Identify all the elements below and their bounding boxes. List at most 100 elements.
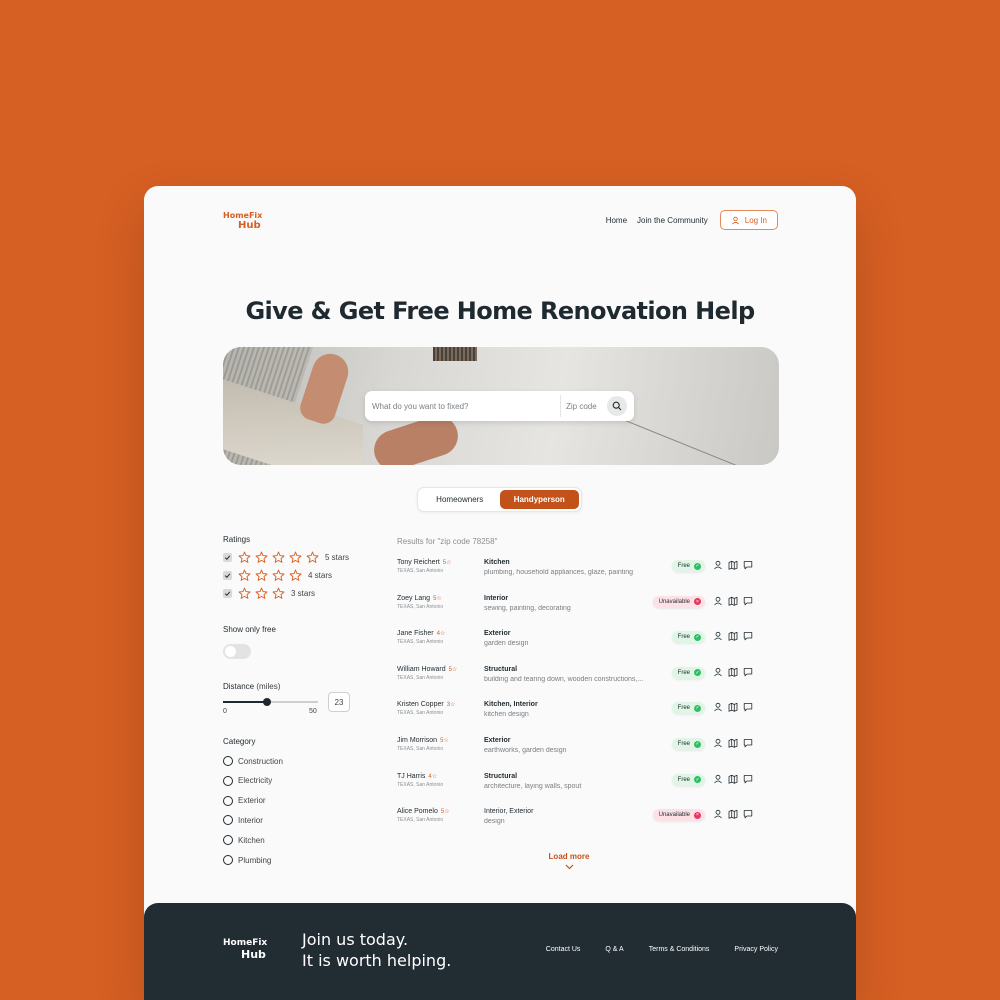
helper-name[interactable]: Tony Reichert 5☆ — [397, 559, 452, 566]
category-radio[interactable] — [223, 775, 233, 786]
message-icon[interactable] — [743, 774, 753, 784]
helper-name[interactable]: Alice Pomelo 5☆ — [397, 808, 450, 815]
result-row[interactable]: TJ Harris 4☆ TEXAS, San Antonio Structural a… — [397, 773, 753, 801]
rating-label: 4 stars — [308, 570, 333, 580]
map-icon[interactable] — [728, 774, 738, 784]
helper-rating: 4☆ — [428, 773, 438, 780]
helper-name-text: William Howard — [397, 665, 446, 673]
status-label: Free — [677, 634, 690, 641]
search-button[interactable] — [607, 396, 627, 416]
load-more-button[interactable]: Load more — [539, 852, 599, 870]
check-icon: ✓ — [694, 704, 701, 712]
helper-name[interactable]: Jim Morrison 5☆ — [397, 737, 449, 744]
category-radio[interactable] — [223, 795, 233, 806]
zip-code-input[interactable]: Zip code — [561, 402, 607, 411]
show-free-title: Show only free — [223, 625, 276, 634]
helper-name[interactable]: Kristen Copper 3☆ — [397, 701, 455, 708]
category-option-plumbing[interactable]: Plumbing — [223, 855, 271, 865]
star-icon — [306, 551, 319, 563]
rating-checkbox[interactable] — [223, 552, 232, 562]
map-icon[interactable] — [728, 667, 738, 677]
search-input[interactable]: What do you want to fixed? — [365, 402, 560, 411]
ratings-title: Ratings — [223, 535, 251, 544]
rating-checkbox[interactable] — [223, 570, 232, 580]
profile-icon[interactable] — [713, 667, 723, 677]
category-option-kitchen[interactable]: Kitchen — [223, 835, 265, 846]
distance-min: 0 — [223, 708, 227, 715]
distance-slider-fill — [223, 701, 267, 703]
footer-link-qa[interactable]: Q & A — [605, 946, 623, 953]
message-icon[interactable] — [743, 738, 753, 748]
message-icon[interactable] — [743, 596, 753, 606]
message-icon[interactable] — [743, 560, 753, 570]
helper-category: Interior — [484, 594, 509, 602]
rating-filter-5[interactable]: 5 stars — [223, 551, 349, 563]
rating-filter-3[interactable]: 3 stars — [223, 587, 315, 599]
distance-value-input[interactable]: 23 — [328, 692, 350, 712]
helper-skills: building and tearing down, wooden constr… — [484, 675, 644, 683]
map-icon[interactable] — [728, 738, 738, 748]
message-icon[interactable] — [743, 809, 753, 819]
tab-homeowners[interactable]: Homeowners — [420, 490, 500, 509]
helper-name-text: Jane Fisher — [397, 630, 434, 638]
helper-category: Exterior — [484, 630, 511, 638]
category-radio[interactable] — [223, 756, 233, 766]
profile-icon[interactable] — [713, 702, 723, 712]
footer-link-privacy[interactable]: Privacy Policy — [734, 946, 778, 953]
profile-icon[interactable] — [713, 560, 723, 570]
distance-slider[interactable] — [223, 698, 318, 706]
search-bar: What do you want to fixed? Zip code — [365, 391, 634, 421]
footer-link-terms[interactable]: Terms & Conditions — [649, 946, 710, 953]
map-icon[interactable] — [728, 596, 738, 606]
category-option-exterior[interactable]: Exterior — [223, 795, 266, 806]
map-icon[interactable] — [728, 809, 738, 819]
rating-filter-4[interactable]: 4 stars — [223, 569, 332, 581]
profile-icon[interactable] — [713, 738, 723, 748]
profile-icon[interactable] — [713, 596, 723, 606]
result-row[interactable]: Jane Fisher 4☆ TEXAS, San Antonio Exterior g… — [397, 630, 753, 658]
helper-name[interactable]: Zoey Lang 5☆ — [397, 595, 442, 602]
map-icon[interactable] — [728, 631, 738, 641]
result-row[interactable]: Tony Reichert 5☆ TEXAS, San Antonio Kitchen… — [397, 559, 753, 587]
message-icon[interactable] — [743, 702, 753, 712]
close-icon: × — [694, 598, 701, 606]
message-icon[interactable] — [743, 631, 753, 641]
category-option-interior[interactable]: Interior — [223, 815, 263, 826]
category-option-construction[interactable]: Construction — [223, 756, 283, 766]
star-icon — [289, 569, 302, 581]
result-row[interactable]: Alice Pomelo 5☆ TEXAS, San Antonio Interior… — [397, 808, 753, 836]
nav-community-link[interactable]: Join the Community — [637, 216, 708, 225]
helper-name-text: Jim Morrison — [397, 737, 438, 744]
rating-checkbox[interactable] — [223, 588, 232, 598]
logo[interactable]: HomeFix Hub — [223, 211, 262, 231]
chevron-down-icon — [565, 864, 573, 870]
profile-icon[interactable] — [713, 809, 723, 819]
show-free-toggle[interactable] — [223, 644, 251, 659]
result-row[interactable]: Jim Morrison 5☆ TEXAS, San Antonio Exterior… — [397, 737, 753, 765]
search-icon — [612, 401, 622, 411]
profile-icon[interactable] — [713, 631, 723, 641]
profile-icon[interactable] — [713, 774, 723, 784]
status-label: Free — [677, 776, 690, 783]
category-radio[interactable] — [223, 815, 233, 826]
map-icon[interactable] — [728, 560, 738, 570]
message-icon[interactable] — [743, 667, 753, 677]
checkmark-icon — [224, 572, 231, 578]
result-row[interactable]: Zoey Lang 5☆ TEXAS, San Antonio Interior sew… — [397, 595, 753, 623]
category-option-electricity[interactable]: Electricity — [223, 775, 272, 786]
category-radio[interactable] — [223, 835, 233, 846]
footer-logo[interactable]: HomeFix Hub — [223, 937, 267, 961]
footer-link-contact[interactable]: Contact Us — [546, 946, 581, 953]
helper-name[interactable]: TJ Harris 4☆ — [397, 773, 437, 780]
tab-handyperson[interactable]: Handyperson — [499, 490, 579, 509]
map-icon[interactable] — [728, 702, 738, 713]
result-row[interactable]: William Howard 5☆ TEXAS, San Antonio Struct… — [397, 666, 753, 694]
helper-name[interactable]: Jane Fisher 4☆ — [397, 630, 445, 637]
category-radio[interactable] — [223, 855, 233, 865]
login-button[interactable]: Log In — [719, 210, 778, 230]
nav-home-link[interactable]: Home — [606, 216, 627, 225]
result-row[interactable]: Kristen Copper 3☆ TEXAS, San Antonio Kitche… — [397, 701, 753, 729]
distance-slider-handle[interactable] — [262, 698, 271, 706]
helper-name[interactable]: William Howard 5☆ — [397, 666, 457, 673]
helper-name-text: TJ Harris — [397, 772, 426, 780]
